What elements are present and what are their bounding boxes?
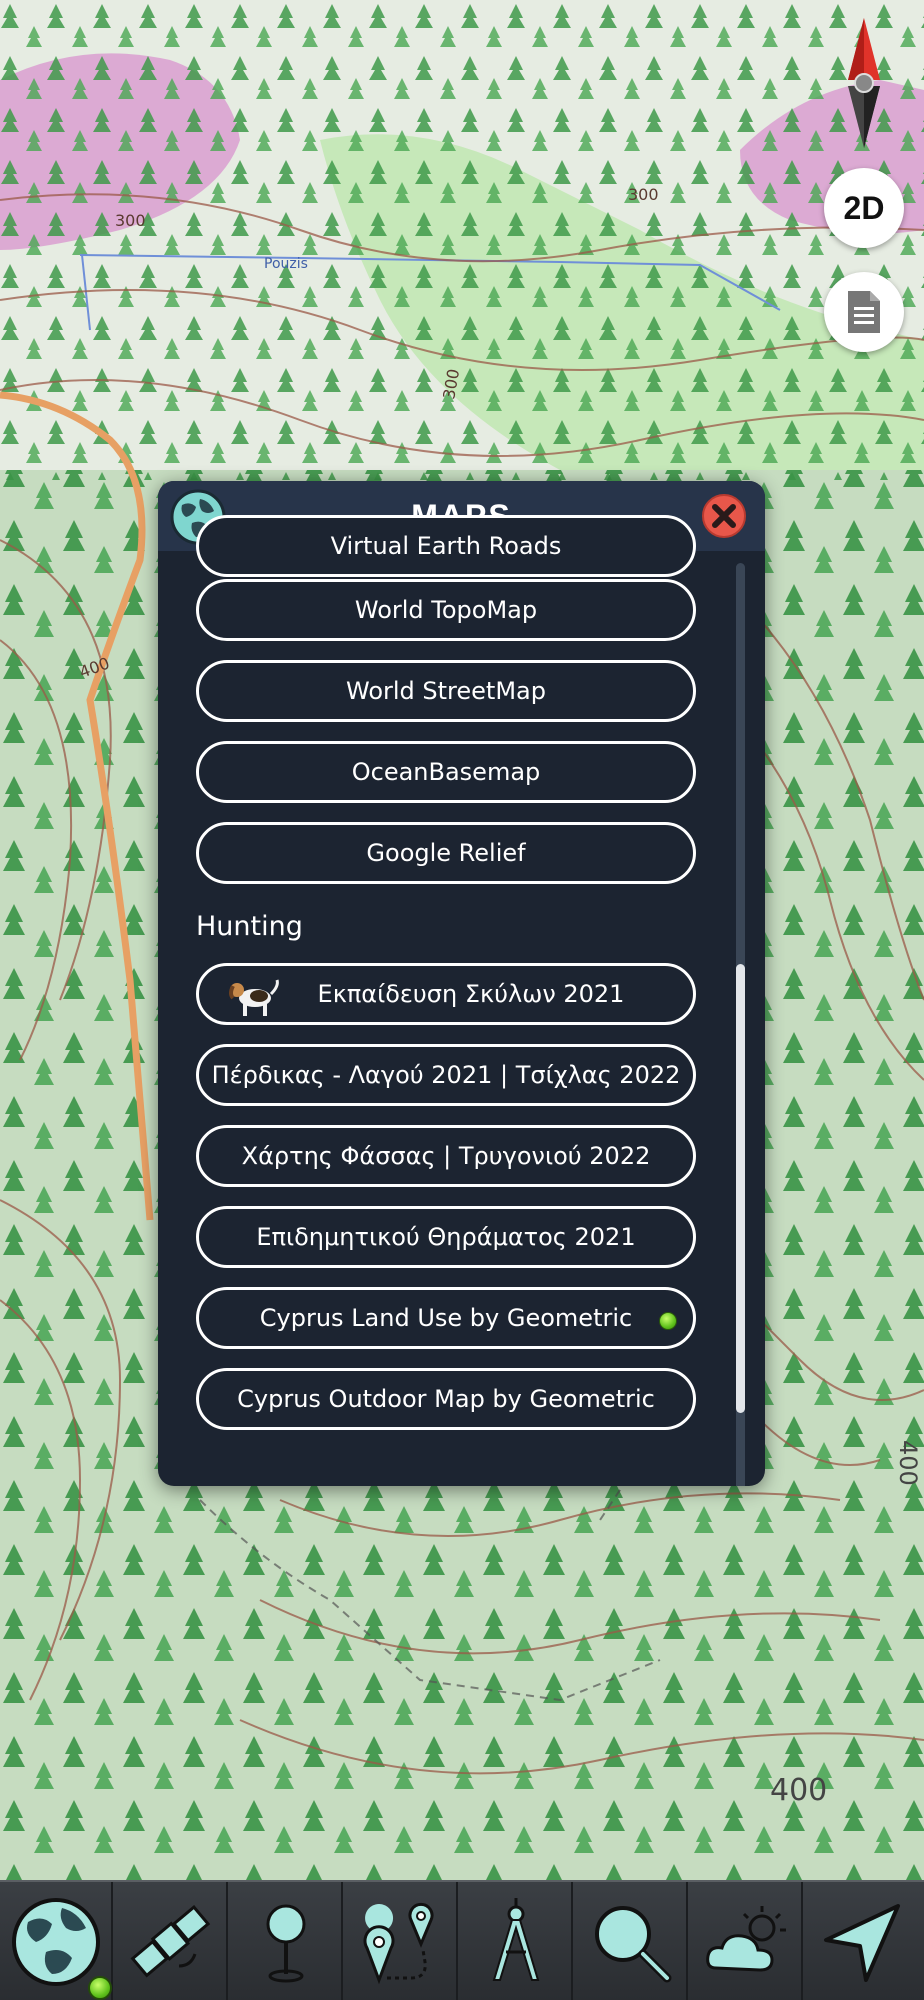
map-option-label: Πέρδικας - Λαγού 2021 | Τσίχλας 2022 xyxy=(211,1061,681,1089)
bottom-toolbar xyxy=(0,1880,924,2000)
map-option-world-topomap[interactable]: World TopoMap xyxy=(196,579,696,641)
map-option-world-streetmap[interactable]: World StreetMap xyxy=(196,660,696,722)
map-option-google-relief[interactable]: Google Relief xyxy=(196,822,696,884)
active-indicator xyxy=(88,1976,112,2000)
map-option-label: OceanBasemap xyxy=(351,758,541,786)
map-option-label: Χάρτης Φάσσας | Τρυγονιού 2022 xyxy=(241,1142,651,1170)
view-mode-label: 2D xyxy=(843,189,885,226)
route-tool-button[interactable] xyxy=(345,1882,458,2000)
section-label-hunting: Hunting xyxy=(196,911,303,942)
map-option-cyprus-outdoor-map[interactable]: Cyprus Outdoor Map by Geometric xyxy=(196,1368,696,1430)
search-icon xyxy=(594,1906,671,1983)
contour-label: 300 xyxy=(628,185,659,204)
map-option-partridge-hare[interactable]: Πέρδικας - Λαγού 2021 | Τσίχλας 2022 xyxy=(196,1044,696,1106)
maps-tool-button[interactable] xyxy=(0,1882,113,2000)
map-option-label: Cyprus Outdoor Map by Geometric xyxy=(237,1385,655,1413)
contour-label: 300 xyxy=(115,211,146,230)
map-option-migratory-game[interactable]: Επιδημητικού Θηράματος 2021 xyxy=(196,1206,696,1268)
maps-panel: MAPS Virtual Earth Roads World TopoMap W… xyxy=(158,481,765,1486)
contour-label: 400 xyxy=(770,1773,827,1808)
scrollbar-thumb[interactable] xyxy=(736,964,745,1413)
map-option-label: Cyprus Land Use by Geometric xyxy=(259,1304,633,1332)
map-option-dog-training[interactable]: Εκπαίδευση Σκύλων 2021 xyxy=(196,963,696,1025)
map-option-label: World TopoMap xyxy=(354,596,538,624)
place-label: Pouzis xyxy=(264,256,308,272)
waypoint-pin-icon xyxy=(266,1904,305,1983)
compass-icon[interactable] xyxy=(840,18,888,148)
document-button[interactable] xyxy=(824,272,904,352)
map-option-oceanbasemap[interactable]: OceanBasemap xyxy=(196,741,696,803)
contour-label: 400 xyxy=(894,1440,922,1486)
active-indicator xyxy=(659,1312,677,1330)
map-option-label: Virtual Earth Roads xyxy=(330,532,562,560)
map-option-label: World StreetMap xyxy=(346,677,546,705)
satellite-icon xyxy=(130,1904,210,1978)
dog-icon xyxy=(229,979,279,1016)
satellite-tool-button[interactable] xyxy=(115,1882,228,2000)
route-icon xyxy=(363,1902,433,1985)
measure-tool-button[interactable] xyxy=(460,1882,573,2000)
navigate-tool-button[interactable] xyxy=(805,1882,918,2000)
document-icon xyxy=(848,291,880,333)
compass-dividers-icon xyxy=(492,1898,539,1981)
waypoint-tool-button[interactable] xyxy=(230,1882,343,2000)
globe-maps-icon xyxy=(11,1898,100,1986)
weather-tool-button[interactable] xyxy=(690,1882,803,2000)
search-tool-button[interactable] xyxy=(575,1882,688,2000)
maps-list[interactable]: Virtual Earth Roads World TopoMap World … xyxy=(158,515,765,1486)
close-icon[interactable] xyxy=(701,493,747,539)
map-option-pigeon-dove[interactable]: Χάρτης Φάσσας | Τρυγονιού 2022 xyxy=(196,1125,696,1187)
map-option-cyprus-land-use[interactable]: Cyprus Land Use by Geometric xyxy=(196,1287,696,1349)
view-mode-2d-button[interactable]: 2D xyxy=(824,168,904,248)
map-option-label: Επιδημητικού Θηράματος 2021 xyxy=(256,1223,636,1251)
map-option-label: Google Relief xyxy=(366,839,526,867)
navigate-arrow-icon xyxy=(823,1904,900,1982)
map-option-label: Εκπαίδευση Σκύλων 2021 xyxy=(317,980,625,1008)
weather-icon xyxy=(705,1906,786,1972)
map-option-virtual-earth-roads[interactable]: Virtual Earth Roads xyxy=(196,515,696,577)
